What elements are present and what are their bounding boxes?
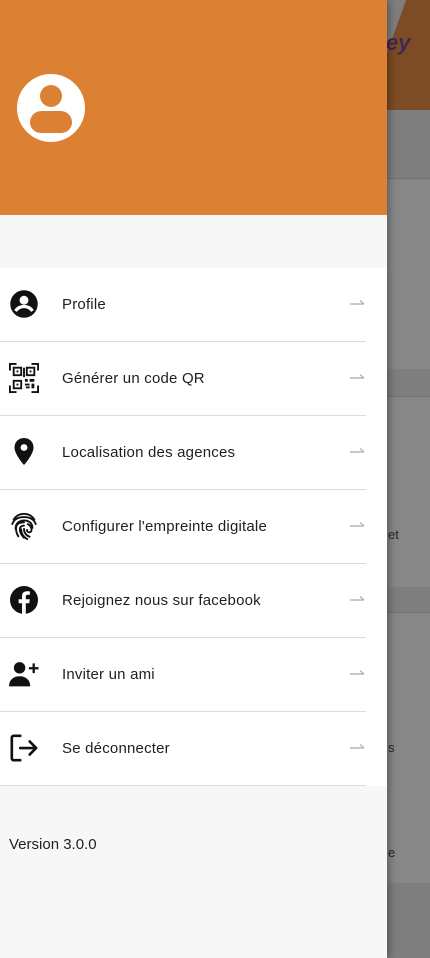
arrow-right-icon [350, 444, 366, 454]
drawer-header [0, 0, 387, 215]
facebook-icon [9, 585, 39, 615]
menu-item-label: Localisation des agences [62, 444, 236, 461]
menu-item-profile[interactable]: Profile [0, 268, 366, 342]
avatar-head [40, 85, 62, 107]
logout-icon [9, 733, 39, 763]
menu-item-label: Inviter un ami [62, 666, 155, 683]
menu-item-fingerprint[interactable]: Configurer l'empreinte digitale [0, 490, 366, 564]
menu-item-logout[interactable]: Se déconnecter [0, 712, 366, 786]
menu-item-label: Se déconnecter [62, 740, 170, 757]
arrow-right-icon [350, 518, 366, 528]
qr-code-icon [9, 363, 39, 393]
arrow-right-icon [350, 592, 366, 602]
person-add-icon [9, 659, 39, 689]
menu-item-agency-locations[interactable]: Localisation des agences [0, 416, 366, 490]
account-circle-icon [9, 289, 39, 319]
app-version: Version 3.0.0 [9, 836, 97, 853]
fingerprint-icon [9, 511, 39, 541]
arrow-right-icon [350, 666, 366, 676]
menu-item-label: Profile [62, 296, 106, 313]
drawer-menu: Profile Générer un code QR Localisation … [0, 268, 387, 786]
menu-item-facebook[interactable]: Rejoignez nous sur facebook [0, 564, 366, 638]
menu-item-label: Rejoignez nous sur facebook [62, 592, 261, 609]
avatar[interactable] [17, 74, 85, 142]
menu-item-label: Configurer l'empreinte digitale [62, 518, 268, 535]
menu-item-label: Générer un code QR [62, 370, 205, 387]
navigation-drawer: Profile Générer un code QR Localisation … [0, 0, 387, 958]
arrow-right-icon [350, 370, 366, 380]
menu-item-qr-code[interactable]: Générer un code QR [0, 342, 366, 416]
menu-item-invite-friend[interactable]: Inviter un ami [0, 638, 366, 712]
arrow-right-icon [350, 740, 366, 750]
arrow-right-icon [350, 296, 366, 306]
avatar-body [30, 111, 72, 133]
location-pin-icon [9, 437, 39, 467]
